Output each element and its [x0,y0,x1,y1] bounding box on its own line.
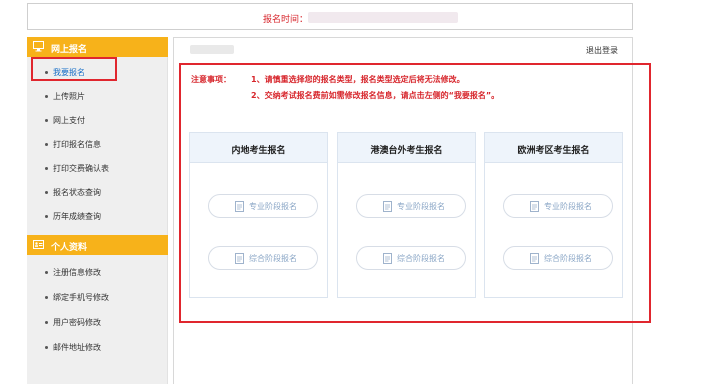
bullet-icon [45,215,48,218]
sidebar-item-label: 历年成绩查询 [53,212,101,221]
sidebar-section-personal-info[interactable]: 个人资料 [27,235,168,255]
sidebar-item-online-payment[interactable]: 网上支付 [27,110,168,130]
card-mainland: 内地考生报名 专业阶段报名 综合阶段报名 [189,132,328,298]
button-label: 综合阶段报名 [397,254,445,263]
sidebar-item-upload-photo[interactable]: 上传照片 [27,86,168,106]
sidebar-item-label: 注册信息修改 [53,268,101,277]
card-title: 欧洲考区考生报名 [517,146,590,156]
document-icon [235,201,244,212]
registration-time-label: 报名时间： [263,15,309,25]
sidebar-item-edit-email[interactable]: 邮件地址修改 [27,337,168,357]
sidebar-item-label: 打印报名信息 [53,140,101,149]
sidebar-item-label: 用户密码修改 [53,318,101,327]
button-label: 专业阶段报名 [249,202,297,211]
bullet-icon [45,296,48,299]
active-item-highlight [31,57,117,81]
bullet-icon [45,271,48,274]
bullet-icon [45,167,48,170]
button-label: 综合阶段报名 [249,254,297,263]
registration-notice-area: 注意事项： 1、请慎重选择您的报名类型，报名类型选定后将无法修改。 2、交纳考试… [179,63,651,323]
sidebar-item-label: 邮件地址修改 [53,343,101,352]
sidebar-item-edit-registration-info[interactable]: 注册信息修改 [27,262,168,282]
card-header: 欧洲考区考生报名 [485,133,622,163]
sidebar-item-print-payment-confirmation[interactable]: 打印交费确认表 [27,158,168,178]
sidebar-item-label: 报名状态查询 [53,188,101,197]
card-title: 港澳台外考生报名 [370,146,443,156]
sidebar-item-status-query[interactable]: 报名状态查询 [27,182,168,202]
card-title: 内地考生报名 [231,146,286,156]
button-label: 专业阶段报名 [544,202,592,211]
username-redacted [190,45,234,54]
bullet-icon [45,119,48,122]
card-header: 内地考生报名 [190,133,327,163]
professional-stage-button[interactable]: 专业阶段报名 [208,194,318,218]
document-icon [383,201,392,212]
comprehensive-stage-button[interactable]: 综合阶段报名 [208,246,318,270]
bullet-icon [45,191,48,194]
sidebar-item-label: 上传照片 [53,92,85,101]
sidebar-section-title: 网上报名 [51,45,88,55]
comprehensive-stage-button[interactable]: 综合阶段报名 [356,246,466,270]
bullet-icon [45,143,48,146]
notice-title: 注意事项： [191,75,231,84]
id-card-icon [33,240,44,249]
registration-time-value-redacted [308,12,458,23]
comprehensive-stage-button[interactable]: 综合阶段报名 [503,246,613,270]
button-label: 综合阶段报名 [544,254,592,263]
sidebar-item-label: 网上支付 [53,116,85,125]
professional-stage-button[interactable]: 专业阶段报名 [503,194,613,218]
notice-line-1: 1、请慎重选择您的报名类型，报名类型选定后将无法修改。 [251,75,465,84]
sidebar-section-title: 个人资料 [51,243,88,253]
document-icon [530,201,539,212]
card-europe-region: 欧洲考区考生报名 专业阶段报名 综合阶段报名 [484,132,623,298]
sidebar-item-print-registration[interactable]: 打印报名信息 [27,134,168,154]
document-icon [530,253,539,264]
card-hk-macau-taiwan-foreign: 港澳台外考生报名 专业阶段报名 综合阶段报名 [337,132,476,298]
sidebar-item-score-history[interactable]: 历年成绩查询 [27,206,168,226]
button-label: 专业阶段报名 [397,202,445,211]
sidebar: 网上报名 我要报名 上传照片 网上支付 打印报名信息 打印交费确认表 报名状态查… [27,37,168,384]
bullet-icon [45,95,48,98]
bullet-icon [45,321,48,324]
notice-line-2: 2、交纳考试报名费前如需修改报名信息，请点击左侧的“我要报名”。 [251,91,500,100]
monitor-icon [33,41,44,52]
sidebar-item-edit-phone[interactable]: 绑定手机号修改 [27,287,168,307]
sidebar-item-label: 绑定手机号修改 [53,293,109,302]
sidebar-item-label: 打印交费确认表 [53,164,109,173]
card-header: 港澳台外考生报名 [338,133,475,163]
professional-stage-button[interactable]: 专业阶段报名 [356,194,466,218]
sidebar-section-online-registration[interactable]: 网上报名 [27,37,168,57]
logout-link[interactable]: 退出登录 [586,45,618,56]
document-icon [383,253,392,264]
top-bar: 报名时间： [27,3,633,30]
bullet-icon [45,346,48,349]
document-icon [235,253,244,264]
sidebar-item-edit-password[interactable]: 用户密码修改 [27,312,168,332]
